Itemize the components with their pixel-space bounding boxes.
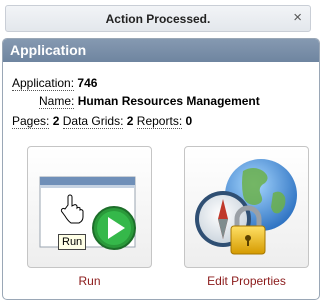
data-grids-label: Data Grids: — [62, 114, 124, 129]
name-row: Name: Human Resources Management — [39, 94, 260, 109]
reports-value: 0 — [185, 114, 193, 128]
reports-label: Reports: — [136, 114, 183, 129]
edit-properties-link[interactable]: Edit Properties — [184, 274, 309, 288]
pages-value: 2 — [52, 114, 60, 128]
edit-properties-icon — [195, 159, 297, 255]
application-value: 746 — [77, 76, 98, 90]
application-label: Application: — [12, 76, 75, 91]
edit-properties-button[interactable] — [184, 146, 309, 268]
application-row: Application: 746 — [12, 76, 98, 91]
name-label: Name: — [39, 94, 75, 109]
panel-title: Application — [3, 39, 319, 62]
run-tooltip: Run — [58, 234, 87, 250]
run-link[interactable]: Run — [27, 274, 152, 288]
success-notification: Action Processed. × — [5, 5, 311, 32]
data-grids-value: 2 — [126, 114, 134, 128]
application-panel: Application Application: 746 Name: Human… — [2, 38, 320, 300]
name-value: Human Resources Management — [77, 94, 260, 108]
run-button[interactable] — [27, 146, 152, 268]
run-icon — [39, 176, 136, 250]
notification-message: Action Processed. — [105, 12, 211, 26]
counts-row: Pages: 2 Data Grids: 2 Reports: 0 — [12, 114, 193, 129]
close-icon[interactable]: × — [293, 9, 302, 26]
pages-label: Pages: — [12, 114, 50, 129]
